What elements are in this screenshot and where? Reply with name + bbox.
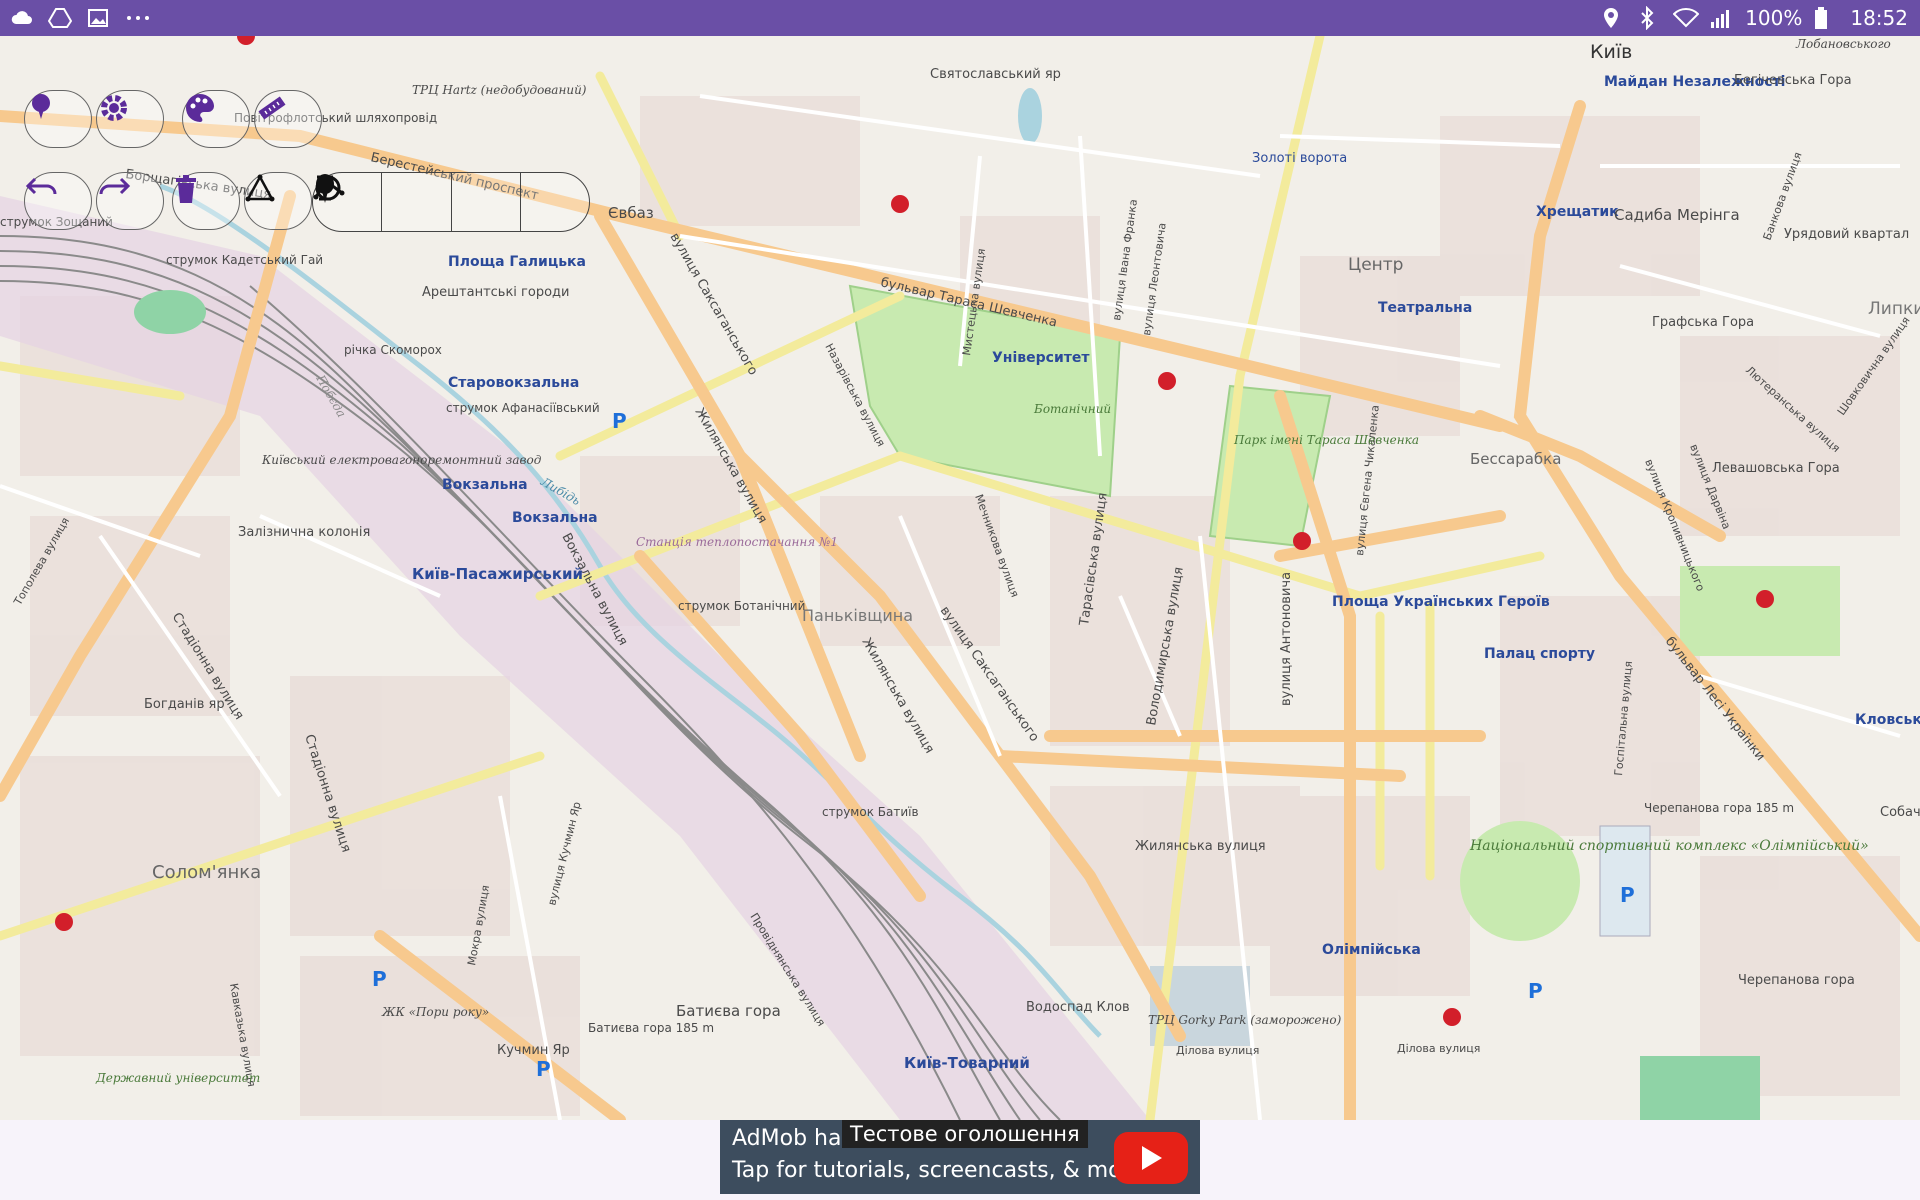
redo-button[interactable] (96, 172, 164, 230)
station-label: Площа Українських Героїв (1332, 594, 1550, 610)
delete-button[interactable] (172, 172, 240, 230)
ad-test-label: Тестове оголошення (842, 1120, 1088, 1148)
status-right: 100% 18:52 (1601, 0, 1908, 36)
wifi-icon (1672, 6, 1700, 30)
place-label: Національний спортивний комплекс «Олімпі… (1469, 838, 1869, 854)
draw-tools-bar (312, 172, 590, 232)
place-label: ТРЦ Hartz (недобудований) (412, 83, 587, 97)
place-label: Батиєва гора (676, 1002, 781, 1020)
place-label: Богданів яр (144, 697, 225, 712)
station-label: Палац спорту (1484, 646, 1595, 662)
street-label: Ділова вулиця (1176, 1044, 1259, 1057)
place-label: струмок Афанасіївський (446, 401, 600, 415)
street-label: Ділова вулиця (1397, 1042, 1480, 1055)
place-label: ТРЦ Gorky Park (заморожено) (1148, 1013, 1342, 1027)
place-label: Кучмин Яр (497, 1043, 570, 1058)
place-label: Київ (1590, 41, 1632, 63)
place-label: Паньківщина (802, 606, 913, 625)
place-label: Садиба Мерінга (1614, 206, 1740, 224)
cloud-icon (10, 6, 34, 30)
image-icon (86, 6, 110, 30)
station-label: Олімпійська (1322, 942, 1421, 958)
place-label: Золоті ворота (1252, 151, 1347, 166)
station-label: Театральна (1378, 300, 1472, 316)
place-label: Солом'янка (152, 862, 261, 883)
svg-text:P: P (1620, 883, 1635, 907)
place-label: Залізнична колонія (238, 525, 370, 540)
place-label: струмок Батиїв (822, 805, 919, 819)
place-label: Євбаз (608, 204, 654, 222)
station-label: Київ-Товарний (904, 1054, 1030, 1072)
youtube-play-icon[interactable] (1114, 1132, 1188, 1184)
place-label: Ботанічний (1033, 402, 1111, 416)
triangle-tool-button[interactable] (244, 172, 312, 230)
station-label: Хрещатик (1536, 204, 1619, 220)
ad-line-1: AdMob has (732, 1126, 853, 1151)
text-tool-button[interactable] (317, 173, 589, 231)
station-label: Київ-Пасажирський (412, 565, 583, 583)
place-label: струмок Кадетський Гай (166, 253, 323, 267)
signal-icon (1709, 6, 1733, 30)
street-label: вулиця Антоновича (1279, 572, 1294, 706)
place-label: річка Скоморох (344, 343, 442, 357)
marker-button[interactable] (24, 90, 92, 148)
station-label: Вокзальна (512, 510, 598, 526)
place-label: Святославський яр (930, 67, 1061, 82)
place-label: Черепанова гора (1738, 973, 1855, 988)
ad-line-2: Tap for tutorials, screencasts, & more. (732, 1158, 1151, 1183)
place-label: Бегічевська Гора (1734, 73, 1852, 88)
undo-button[interactable] (24, 172, 92, 230)
station-label: Старовокзальна (448, 375, 579, 391)
palette-button[interactable] (182, 90, 250, 148)
status-left-icons (10, 0, 149, 36)
clock: 18:52 (1850, 6, 1908, 30)
drive-icon (47, 6, 73, 30)
street-label: Жилянська вулиця (1135, 839, 1266, 854)
station-label: Площа Галицька (448, 254, 586, 270)
battery-icon (1814, 6, 1838, 30)
bluetooth-icon (1637, 5, 1661, 31)
place-label: Арештантські городи (422, 285, 569, 300)
svg-text:P: P (536, 1057, 551, 1081)
place-label: Бессарабка (1470, 450, 1561, 468)
place-label: Центр (1348, 255, 1403, 275)
place-label: Державний університет (95, 1071, 260, 1085)
place-label: Левашовська Гора (1712, 461, 1840, 476)
place-label: Липки (1868, 299, 1920, 319)
status-bar: 100% 18:52 (0, 0, 1920, 36)
place-label: Собач (1880, 805, 1920, 820)
station-label: Вокзальна (442, 477, 528, 493)
svg-text:P: P (372, 967, 387, 991)
place-label: Батиєва гора 185 m (588, 1021, 714, 1035)
battery-percent: 100% (1745, 6, 1803, 30)
ad-banner[interactable]: AdMob has Тестове оголошення Tap for tut… (720, 1120, 1200, 1194)
place-label: Парк імені Тараса Шевченка (1233, 433, 1419, 447)
place-label: Черепанова гора 185 m (1644, 801, 1794, 815)
more-icon (124, 6, 149, 30)
place-label: Київський електровагоноремонтний завод (261, 453, 542, 467)
place-label: Водоспад Клов (1026, 1000, 1130, 1015)
svg-text:P: P (612, 409, 627, 433)
station-label: Кловська (1855, 712, 1920, 728)
pin-tool-button[interactable] (316, 173, 521, 231)
place-label: ЖК «Пори року» (381, 1005, 489, 1019)
place-label: струмок Ботанічний (678, 599, 805, 613)
place-label: Урядовий квартал (1784, 227, 1909, 242)
settings-button[interactable] (96, 90, 164, 148)
place-label: Станція теплопостачання №1 (636, 535, 838, 549)
station-label: Університет (992, 350, 1090, 366)
location-icon (1601, 6, 1625, 30)
place-label: Лобановського (1795, 37, 1891, 51)
circle-tool-button[interactable] (315, 173, 452, 231)
place-label: Графська Гора (1652, 315, 1754, 330)
map-view[interactable]: P P P P P бульвар Тараса Шевченка вулиця… (0, 36, 1920, 1120)
svg-text:P: P (1528, 979, 1543, 1003)
ruler-button[interactable] (254, 90, 322, 148)
